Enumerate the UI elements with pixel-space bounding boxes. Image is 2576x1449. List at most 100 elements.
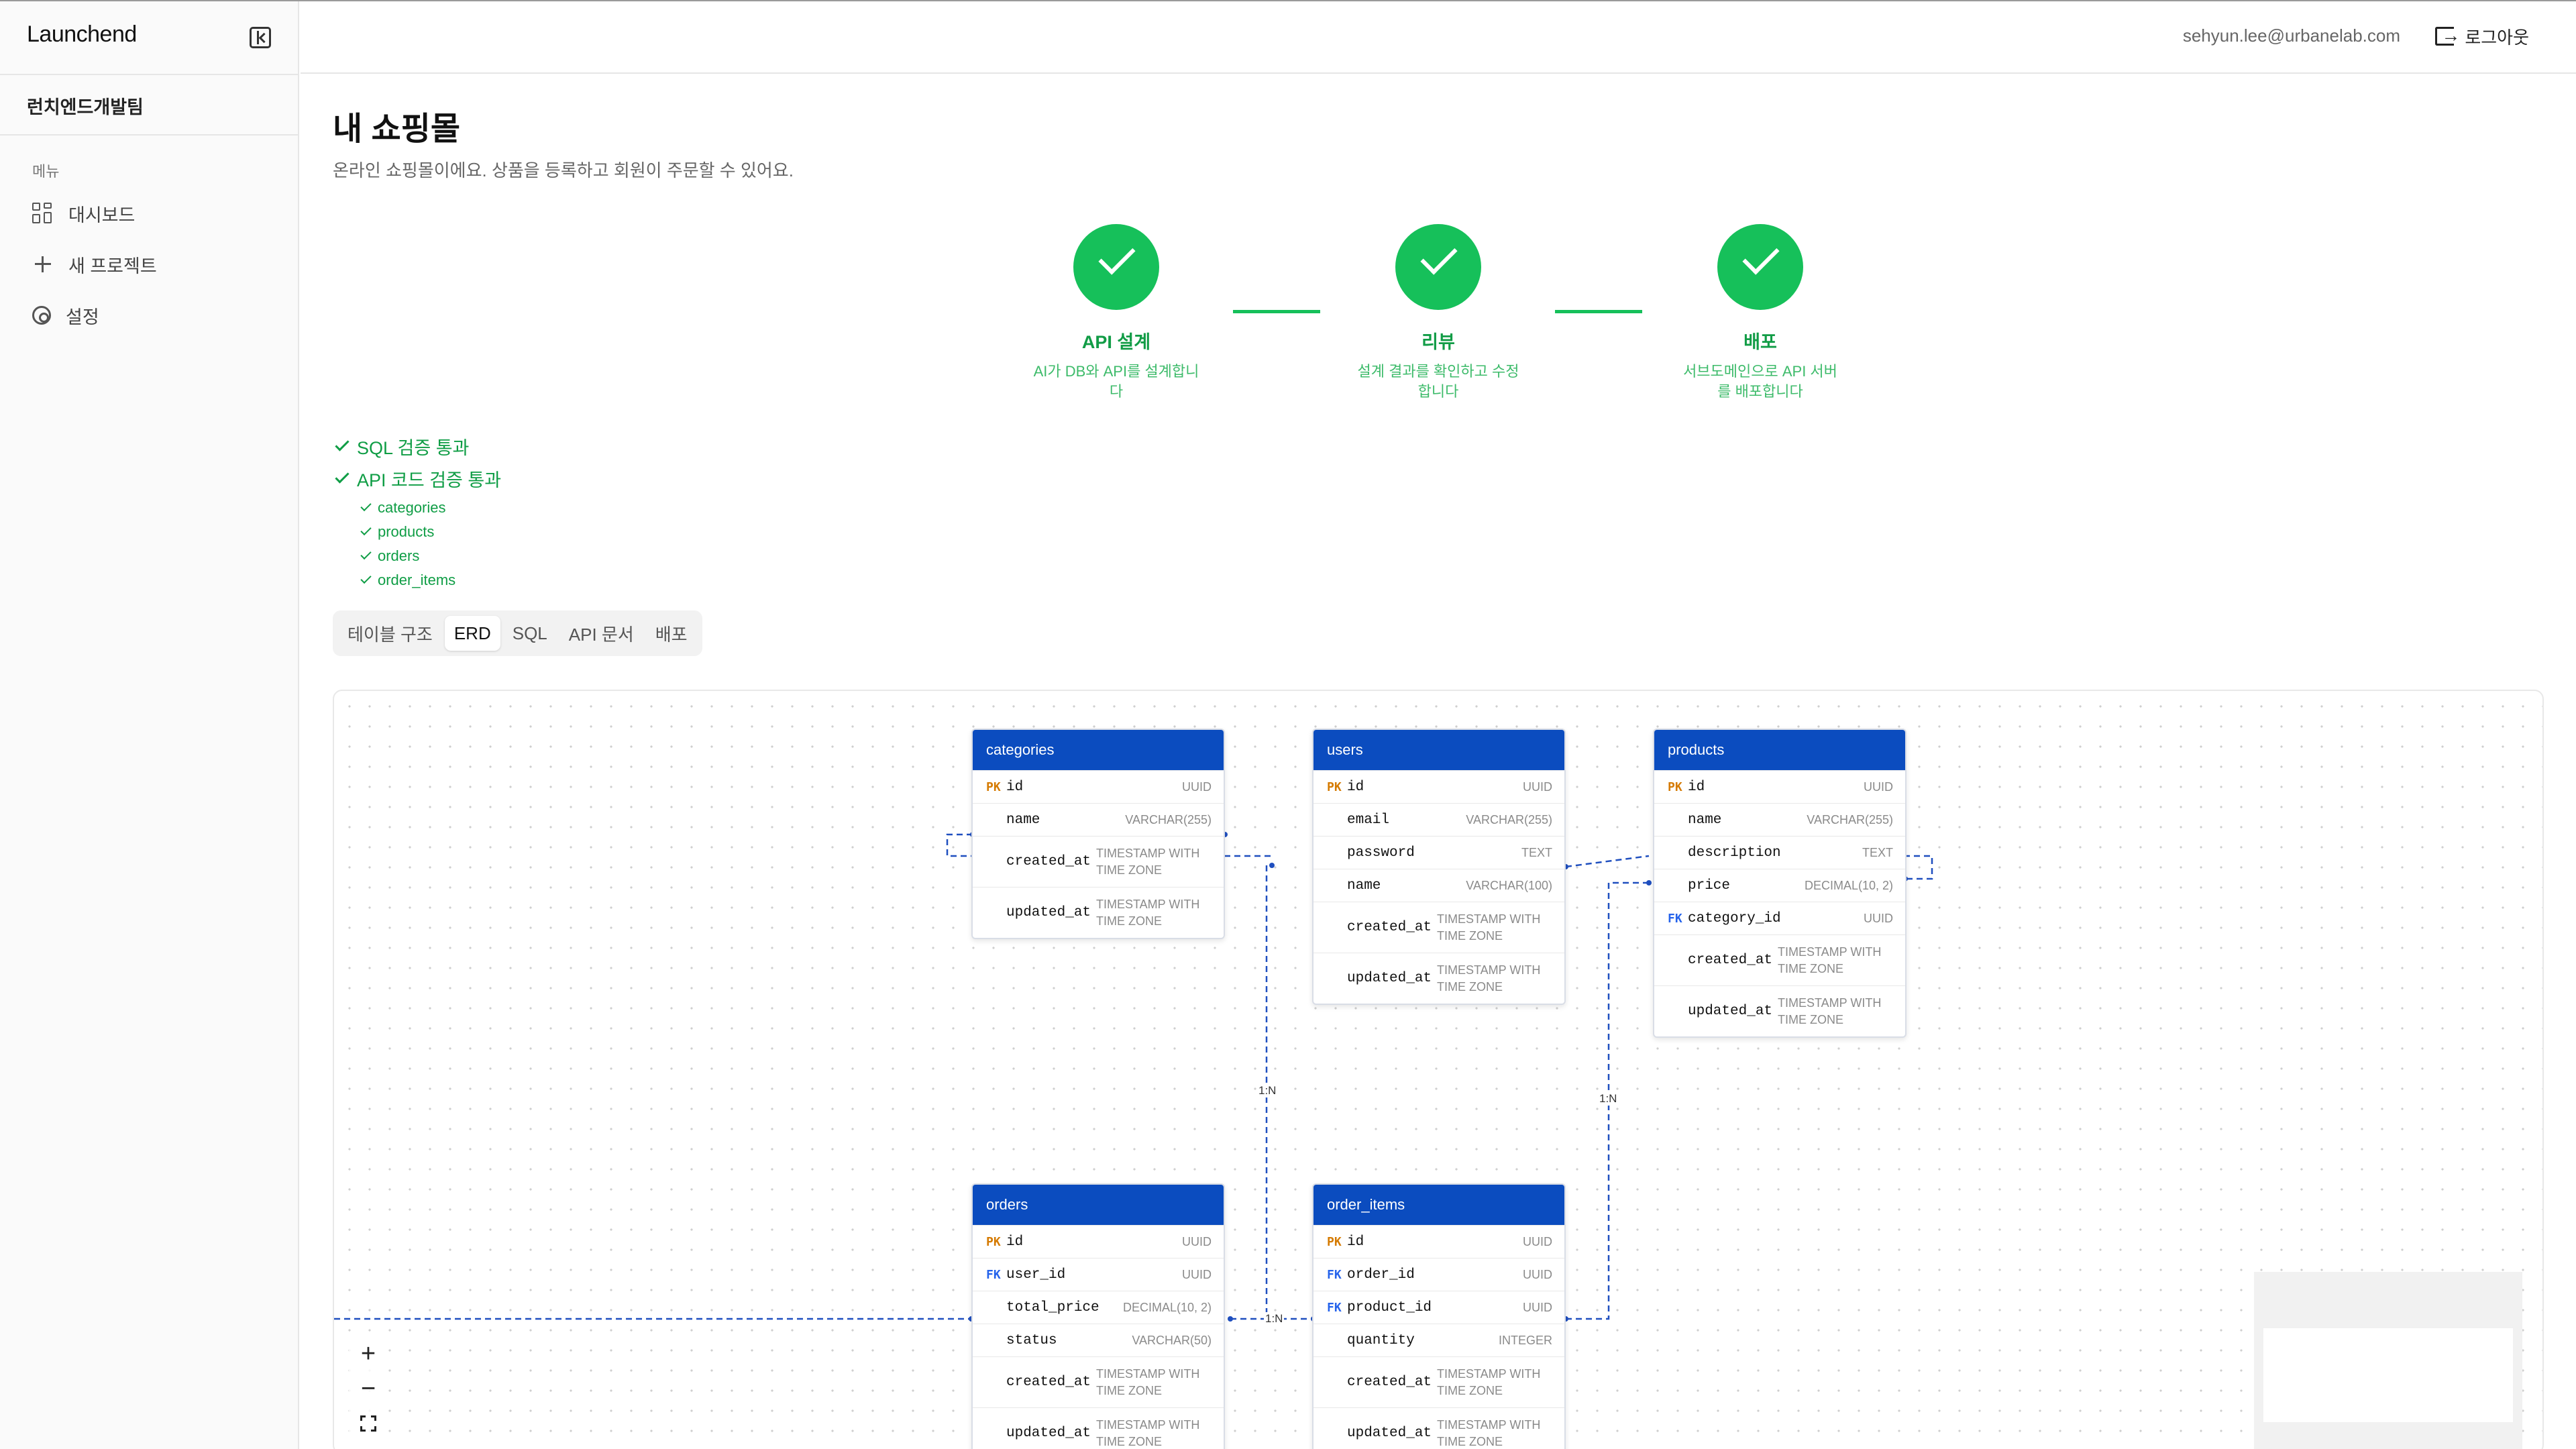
minimap-viewport[interactable]: [2263, 1328, 2513, 1422]
column-name: status: [1006, 1332, 1057, 1348]
column-name: id: [1006, 779, 1024, 795]
column-type: DECIMAL(10, 2): [1122, 1300, 1212, 1314]
primary-key-badge: PK: [986, 1234, 1001, 1249]
relation-label: 1:N: [1598, 1092, 1619, 1106]
erd-table-users[interactable]: users PK id UUID email VARCHAR(255) password TE…: [1312, 729, 1566, 1005]
column-name: email: [1347, 812, 1390, 828]
check-icon: [360, 548, 372, 560]
validation-label: SQL 검증 통과: [357, 438, 470, 458]
table-header[interactable]: users: [1313, 730, 1564, 770]
logout-button[interactable]: 로그아웃: [2435, 21, 2529, 51]
erd-table-order_items[interactable]: order_items PK id UUID FK order_id UUID FK produ…: [1312, 1183, 1566, 1449]
column-name: price: [1688, 877, 1731, 894]
column-type: TIMESTAMP WITH TIME ZONE: [1096, 1366, 1200, 1397]
erd-table-products[interactable]: products PK id UUID name VARCHAR(255) descript…: [1653, 729, 1907, 1038]
erd-table-categories[interactable]: categories PK id UUID name VARCHAR(255) create…: [971, 729, 1225, 939]
validation-item-label: order_items: [378, 572, 456, 588]
column-type: VARCHAR(50): [1132, 1333, 1212, 1347]
check-icon: [1073, 224, 1159, 310]
column-type: VARCHAR(100): [1466, 878, 1552, 892]
step-title: 리뷰: [1421, 332, 1455, 352]
column-type: TIMESTAMP WITH TIME ZONE: [1437, 1417, 1541, 1448]
column-name: name: [1006, 812, 1040, 828]
foreign-key-badge: FK: [986, 1267, 1001, 1282]
check-icon: [360, 500, 372, 512]
fit-view-button[interactable]: [349, 1406, 388, 1441]
table-column-row: FK product_id UUID: [1313, 1291, 1564, 1324]
tab-sql[interactable]: SQL: [503, 616, 557, 651]
zoom-controls: + −: [349, 1336, 389, 1441]
check-icon: [360, 572, 372, 584]
edge-products-self: [1904, 855, 1933, 880]
foreign-key-badge: FK: [1327, 1267, 1342, 1282]
collapse-sidebar-icon[interactable]: [250, 27, 271, 48]
table-column-row: created_at TIMESTAMP WITH TIME ZONE: [973, 1356, 1224, 1407]
column-type: TIMESTAMP WITH TIME ZONE: [1437, 963, 1541, 994]
sql-validation-status: SQL 검증 통과: [331, 433, 469, 460]
sidebar-item-settings[interactable]: 설정: [32, 299, 280, 331]
step-deploy: 배포 서브도메인으로 API 서버를 배포합니다: [1673, 224, 1847, 402]
column-type: UUID: [1523, 1300, 1552, 1314]
foreign-key-badge: FK: [1668, 911, 1682, 926]
column-type: UUID: [1864, 911, 1893, 925]
fit-view-icon: [360, 1415, 376, 1432]
column-type: TIMESTAMP WITH TIME ZONE: [1096, 897, 1200, 928]
zoom-out-button[interactable]: −: [349, 1371, 388, 1406]
column-name: quantity: [1347, 1332, 1415, 1348]
team-name[interactable]: 런치엔드개발팀: [27, 93, 144, 119]
column-type: UUID: [1182, 780, 1212, 794]
logout-icon: [2435, 25, 2460, 46]
table-header[interactable]: products: [1654, 730, 1905, 770]
tab-deploy[interactable]: 배포: [646, 616, 697, 651]
table-column-row: updated_at TIMESTAMP WITH TIME ZONE: [973, 887, 1224, 938]
zoom-in-button[interactable]: +: [349, 1336, 388, 1371]
table-header[interactable]: categories: [973, 730, 1224, 770]
primary-key-badge: PK: [1668, 780, 1682, 794]
column-type: UUID: [1523, 780, 1552, 794]
table-column-row: name VARCHAR(255): [1654, 803, 1905, 836]
table-column-row: name VARCHAR(100): [1313, 869, 1564, 902]
column-name: created_at: [1006, 854, 1091, 869]
minimap[interactable]: [2254, 1272, 2522, 1449]
table-column-row: created_at TIMESTAMP WITH TIME ZONE: [973, 836, 1224, 887]
table-column-row: updated_at TIMESTAMP WITH TIME ZONE: [1313, 953, 1564, 1004]
step-description: AI가 DB와 API를 설계합니다: [1033, 363, 1199, 400]
tab-erd[interactable]: ERD: [444, 616, 500, 651]
api-validation-item: orders: [358, 547, 419, 565]
column-name: created_at: [1006, 1375, 1091, 1390]
edge-anchor: [1646, 880, 1652, 885]
column-type: UUID: [1182, 1234, 1212, 1248]
brand-logo[interactable]: Launchend: [27, 21, 137, 48]
column-type: DECIMAL(10, 2): [1804, 878, 1893, 892]
table-header[interactable]: order_items: [1313, 1185, 1564, 1225]
plus-icon: [32, 254, 54, 275]
check-icon: [1717, 224, 1803, 310]
column-type: TIMESTAMP WITH TIME ZONE: [1096, 846, 1200, 877]
column-type: UUID: [1182, 1267, 1212, 1281]
validation-label: API 코드 검증 통과: [357, 470, 502, 490]
column-type: TIMESTAMP WITH TIME ZONE: [1096, 1417, 1200, 1448]
column-type: TIMESTAMP WITH TIME ZONE: [1437, 912, 1541, 943]
page-title: 내 쇼핑몰: [333, 111, 460, 147]
validation-item-label: categories: [378, 499, 446, 516]
column-name: created_at: [1688, 953, 1773, 968]
table-column-row: created_at TIMESTAMP WITH TIME ZONE: [1313, 1356, 1564, 1407]
sidebar-item-new-project[interactable]: 새 프로젝트: [32, 248, 280, 280]
sidebar-item-label: 대시보드: [68, 205, 136, 225]
sidebar-item-dashboard[interactable]: 대시보드: [32, 197, 280, 229]
page-subtitle: 온라인 쇼핑몰이에요. 상품을 등록하고 회원이 주문할 수 있어요.: [333, 160, 794, 180]
erd-canvas[interactable]: 1:N 1:N 1:N categories PK id UUID name VARCHA…: [333, 690, 2544, 1449]
tab-table-structure[interactable]: 테이블 구조: [338, 616, 442, 651]
tab-api-docs[interactable]: API 문서: [559, 616, 643, 651]
column-name: password: [1347, 845, 1415, 861]
table-column-row: PK id UUID: [1313, 770, 1564, 803]
erd-table-orders[interactable]: orders PK id UUID FK user_id UUID total_price DE…: [971, 1183, 1225, 1449]
table-column-row: updated_at TIMESTAMP WITH TIME ZONE: [973, 1407, 1224, 1449]
step-title: API 설계: [1081, 332, 1151, 352]
column-type: VARCHAR(255): [1466, 812, 1552, 826]
table-column-row: email VARCHAR(255): [1313, 803, 1564, 836]
column-type: TEXT: [1862, 845, 1893, 859]
sidebar-divider: [0, 134, 299, 136]
table-header[interactable]: orders: [973, 1185, 1224, 1225]
table-column-row: description TEXT: [1654, 836, 1905, 869]
